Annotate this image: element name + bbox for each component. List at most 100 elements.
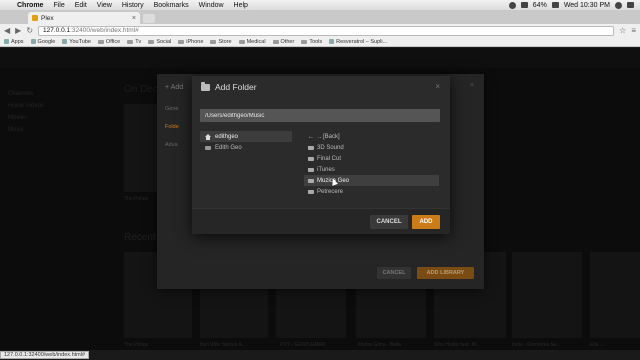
star-icon[interactable]: ☆ [619,26,626,35]
menu-view[interactable]: View [92,2,117,9]
location-label: edithgeo [215,133,239,140]
bookmark-apps[interactable]: Apps [4,39,24,45]
add-library-button[interactable]: ADD LIBRARY [417,267,474,279]
add-library-title: + Add [165,84,184,91]
browser-statusbar [0,350,640,360]
bookmark-resveratrol[interactable]: Resveratrol – Supli... [329,39,387,45]
back-icon[interactable]: ◀ [4,26,10,35]
folder-icon [308,145,314,150]
menu-window[interactable]: Window [194,2,229,9]
page-icon [329,39,335,44]
spotlight-icon[interactable] [615,1,622,9]
macos-menubar: Chrome File Edit View History Bookmarks … [0,0,640,10]
dir-label: 3D Sound [317,144,344,151]
battery-icon[interactable] [551,2,559,8]
google-icon [30,39,36,44]
bookmark-folder-social[interactable]: Social [148,39,171,45]
bookmark-folder-tools[interactable]: Tools [301,39,322,45]
folder-icon [178,39,185,44]
address-bar[interactable]: 127.0.0.1:32400/web/index.html# [38,25,615,36]
folder-icon [308,178,314,183]
bookmark-youtube[interactable]: YouTube [62,39,91,45]
reload-icon[interactable]: ↻ [26,26,33,35]
folder-icon [127,39,134,44]
tab-plex[interactable]: Plex × [28,12,140,24]
plex-favicon-icon [32,15,38,21]
folder-icon [97,39,104,44]
location-label: Edith Geo [215,144,242,151]
bookmark-folder-iphone[interactable]: iPhone [178,39,203,45]
wifi-icon[interactable] [508,1,516,9]
bookmark-label: Office [105,38,121,45]
bookmark-folder-medical[interactable]: Medical [238,38,266,45]
back-arrow-icon: ← [308,133,314,140]
folder-icon [238,39,245,44]
menu-edit[interactable]: Edit [70,2,92,9]
location-item-edithgeo[interactable]: edithgeo [200,131,292,142]
add-folder-close-icon[interactable]: × [435,82,440,91]
folder-path-input[interactable] [200,109,440,122]
dir-label: Final Cut [317,155,342,162]
bookmark-folder-store[interactable]: Store [210,38,232,45]
add-button[interactable]: ADD [412,215,440,229]
dir-item-3d-sound[interactable]: 3D Sound [304,142,439,153]
notification-center-icon[interactable] [627,2,634,8]
dir-item-petrecere[interactable]: Petrecere [304,186,439,197]
bookmark-label: Tv [135,38,142,45]
menu-icon[interactable]: ≡ [631,26,636,35]
add-folder-dialog: Add Folder × edithgeo Edith Geo ← .. [Ba… [192,76,450,234]
add-library-sidebar: + Add Gene Folde Adva [157,74,193,289]
new-tab-button[interactable] [143,14,155,23]
dir-label: .. [Back] [318,133,340,140]
folder-icon [308,156,314,161]
apps-icon [4,39,9,44]
add-library-step-advanced[interactable]: Adva [165,142,178,148]
dir-item-muzica-geo[interactable]: Muzica Geo [304,175,439,186]
add-library-step-general[interactable]: Gene [165,106,178,112]
bookmark-label: Apps [11,38,24,45]
browser-toolbar: ◀ ▶ ↻ 127.0.0.1:32400/web/index.html# ☆ … [0,24,640,37]
bookmark-label: Resveratrol – Supli... [336,38,388,45]
menu-chrome[interactable]: Chrome [12,2,48,9]
status-url: 127.0.0.1:32400/web/index.html# [0,351,90,359]
dir-item-itunes[interactable]: iTunes [304,164,439,175]
url-path: :32400/web/index.html# [70,27,139,34]
bookmarks-bar: Apps Google YouTube Office Tv Social iPh… [0,37,640,47]
folder-icon [308,189,314,194]
add-library-step-folders[interactable]: Folde [165,124,179,130]
dir-item-back[interactable]: ← .. [Back] [304,131,439,142]
add-library-close-icon[interactable]: × [470,82,474,89]
folder-icon [201,81,210,91]
bookmark-label: Google [37,38,56,45]
bookmark-label: Social [156,38,172,45]
add-folder-footer: CANCEL ADD [192,208,450,234]
bookmark-folder-other[interactable]: Other [272,38,295,45]
directory-list: ← .. [Back] 3D Sound Final Cut iTunes Mu… [304,131,439,199]
add-folder-header: Add Folder [192,76,450,98]
location-item-edith-geo[interactable]: Edith Geo [200,142,292,153]
cancel-button[interactable]: CANCEL [370,215,408,229]
folder-icon [148,39,155,44]
bookmark-label: Other [280,38,295,45]
tab-close-icon[interactable]: × [132,15,136,22]
dir-item-final-cut[interactable]: Final Cut [304,153,439,164]
add-library-cancel-button[interactable]: CANCEL [377,267,411,279]
volume-icon[interactable] [520,2,528,8]
bookmark-label: Store [218,38,232,45]
home-icon [205,133,211,140]
bookmark-google[interactable]: Google [30,38,56,45]
clock[interactable]: Wed 10:30 PM [564,2,610,9]
url-host: 127.0.0.1 [43,27,71,34]
forward-icon[interactable]: ▶ [15,26,21,35]
menu-bookmarks[interactable]: Bookmarks [149,2,194,9]
folder-icon [272,39,279,44]
bookmark-folder-office[interactable]: Office [97,38,121,45]
menu-help[interactable]: Help [229,2,253,9]
bookmark-label: iPhone [186,38,204,45]
menu-history[interactable]: History [117,2,149,9]
menu-file[interactable]: File [48,2,69,9]
dir-label: iTunes [317,166,335,173]
bookmark-label: YouTube [69,38,91,45]
bookmark-label: Medical [246,38,266,45]
bookmark-folder-tv[interactable]: Tv [127,39,141,45]
